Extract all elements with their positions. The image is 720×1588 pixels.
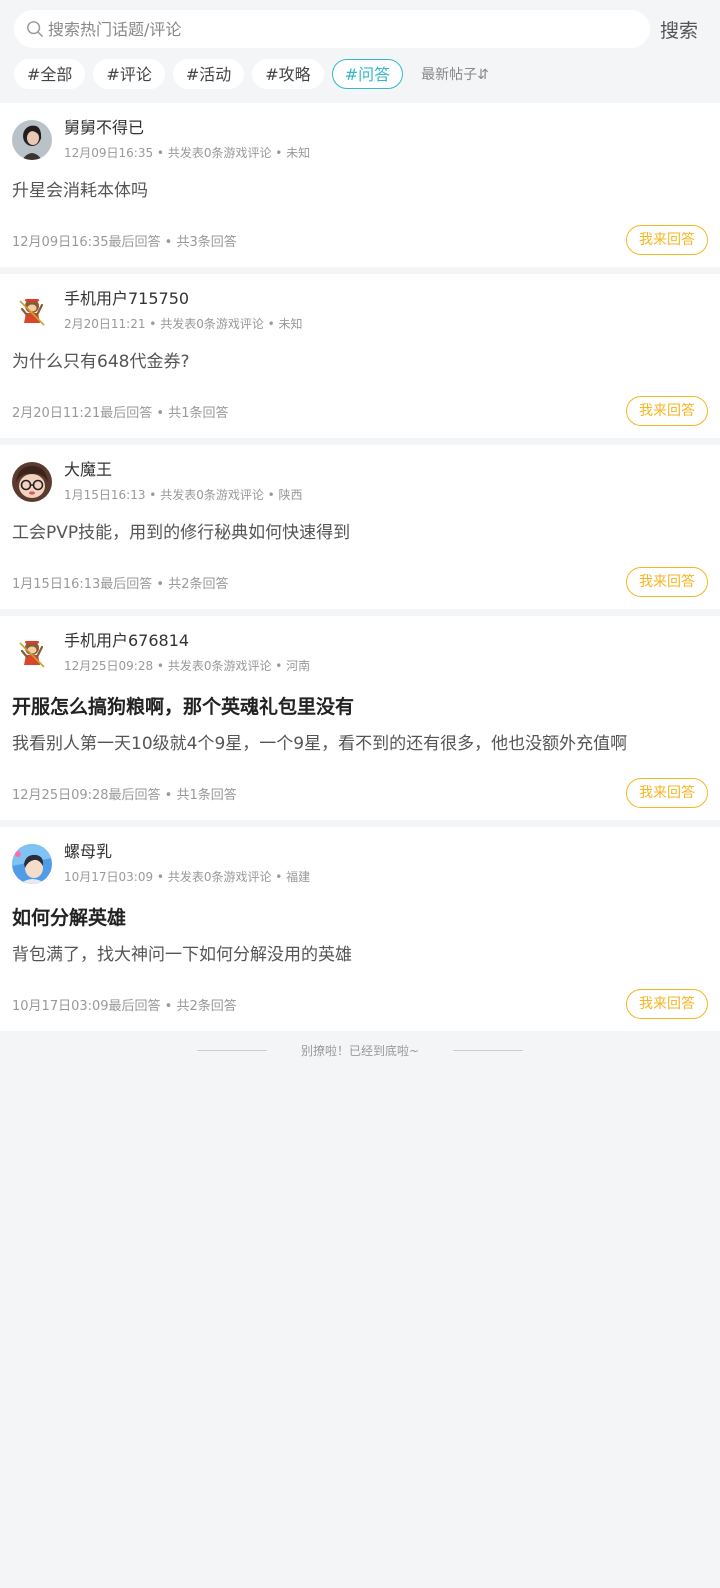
header: 搜索 #全部 #评论 #活动 #攻略 #问答 最新帖子⇵ — [0, 0, 720, 103]
search-box[interactable] — [14, 10, 650, 48]
answer-button[interactable]: 我来回答 — [626, 989, 708, 1019]
answer-button[interactable]: 我来回答 — [626, 567, 708, 597]
username[interactable]: 舅舅不得已 — [64, 117, 310, 139]
reply-summary: 2月20日11:21最后回答 • 共1条回答 — [12, 405, 229, 421]
divider — [196, 1049, 267, 1051]
post-card[interactable]: 手机用户676814 12月25日09:28 • 共发表0条游戏评论 • 河南 … — [0, 616, 720, 820]
filter-tabs: #全部 #评论 #活动 #攻略 #问答 最新帖子⇵ — [14, 58, 706, 90]
post-meta: 12月09日16:35 • 共发表0条游戏评论 • 未知 — [64, 146, 311, 160]
post-meta: 1月15日16:13 • 共发表0条游戏评论 • 陕西 — [64, 488, 303, 502]
post-header: 舅舅不得已 12月09日16:35 • 共发表0条游戏评论 • 未知 — [12, 117, 708, 165]
username[interactable]: 螺母乳 — [64, 841, 310, 863]
post-body: 工会PVP技能，用到的修行秘典如何快速得到 — [12, 523, 351, 543]
post-footer: 1月15日16:13最后回答 • 共2条回答 我来回答 — [12, 567, 708, 597]
reply-summary: 10月17日03:09最后回答 • 共2条回答 — [12, 998, 237, 1014]
post-card[interactable]: 大魔王 1月15日16:13 • 共发表0条游戏评论 • 陕西 工会PVP技能，… — [0, 445, 720, 609]
post-body: 背包满了，找大神问一下如何分解没用的英雄 — [12, 945, 352, 965]
tab-qa[interactable]: #问答 — [331, 59, 404, 89]
post-card[interactable]: 舅舅不得已 12月09日16:35 • 共发表0条游戏评论 • 未知 升星会消耗… — [0, 103, 720, 267]
tab-events[interactable]: #活动 — [172, 59, 245, 89]
user-info: 大魔王 1月15日16:13 • 共发表0条游戏评论 • 陕西 — [64, 459, 303, 503]
post-body: 我看别人第一天10级就4个9星，一个9星，看不到的还有很多，他也没额外充值啊 — [12, 734, 628, 754]
post-title[interactable]: 开服怎么搞狗粮啊，那个英魂礼包里没有 — [12, 694, 708, 720]
answer-button[interactable]: 我来回答 — [626, 225, 708, 255]
search-icon — [27, 21, 43, 37]
search-row: 搜索 — [14, 10, 706, 48]
post-header: 大魔王 1月15日16:13 • 共发表0条游戏评论 • 陕西 — [12, 459, 708, 507]
user-info: 螺母乳 10月17日03:09 • 共发表0条游戏评论 • 福建 — [64, 841, 310, 885]
post-body: 为什么只有648代金券? — [12, 352, 190, 372]
reply-summary: 1月15日16:13最后回答 • 共2条回答 — [12, 576, 229, 592]
answer-button[interactable]: 我来回答 — [626, 396, 708, 426]
post-title[interactable]: 如何分解英雄 — [12, 905, 708, 931]
post-feed: 舅舅不得已 12月09日16:35 • 共发表0条游戏评论 • 未知 升星会消耗… — [0, 103, 720, 1031]
cartoon-face-avatar-icon — [12, 462, 52, 502]
user-info: 手机用户676814 12月25日09:28 • 共发表0条游戏评论 • 河南 — [64, 630, 310, 674]
post-header: 螺母乳 10月17日03:09 • 共发表0条游戏评论 • 福建 — [12, 841, 708, 889]
post-footer: 2月20日11:21最后回答 • 共1条回答 我来回答 — [12, 396, 708, 426]
avatar[interactable] — [12, 462, 52, 502]
answer-button[interactable]: 我来回答 — [626, 778, 708, 808]
post-footer: 12月25日09:28最后回答 • 共1条回答 我来回答 — [12, 778, 708, 808]
post-header: 手机用户676814 12月25日09:28 • 共发表0条游戏评论 • 河南 — [12, 630, 708, 678]
avatar[interactable] — [12, 633, 52, 673]
avatar[interactable] — [12, 844, 52, 884]
username[interactable]: 大魔王 — [64, 459, 303, 481]
post-body: 升星会消耗本体吗 — [12, 181, 148, 201]
reply-summary: 12月25日09:28最后回答 • 共1条回答 — [12, 787, 237, 803]
user-info: 手机用户715750 2月20日11:21 • 共发表0条游戏评论 • 未知 — [64, 288, 303, 332]
post-footer: 12月09日16:35最后回答 • 共3条回答 我来回答 — [12, 225, 708, 255]
reply-summary: 12月09日16:35最后回答 • 共3条回答 — [12, 234, 237, 250]
tab-guides[interactable]: #攻略 — [252, 59, 324, 89]
search-input[interactable] — [48, 19, 608, 39]
tab-all[interactable]: #全部 — [14, 59, 86, 89]
post-footer: 10月17日03:09最后回答 • 共2条回答 我来回答 — [12, 989, 708, 1019]
monkey-avatar-icon — [12, 291, 52, 331]
search-button[interactable]: 搜索 — [660, 16, 698, 43]
post-meta: 12月25日09:28 • 共发表0条游戏评论 • 河南 — [64, 659, 311, 673]
blue-anime-avatar-icon — [12, 844, 52, 884]
end-of-list-text: 别撩啦！已经到底啦~ — [300, 1043, 420, 1058]
post-meta: 2月20日11:21 • 共发表0条游戏评论 • 未知 — [64, 317, 303, 331]
post-meta: 10月17日03:09 • 共发表0条游戏评论 • 福建 — [64, 870, 311, 884]
sort-toggle[interactable]: 最新帖子⇵ — [421, 64, 489, 84]
post-header: 手机用户715750 2月20日11:21 • 共发表0条游戏评论 • 未知 — [12, 288, 708, 336]
post-card[interactable]: 手机用户715750 2月20日11:21 • 共发表0条游戏评论 • 未知 为… — [0, 274, 720, 438]
user-info: 舅舅不得已 12月09日16:35 • 共发表0条游戏评论 • 未知 — [64, 117, 310, 161]
post-card[interactable]: 螺母乳 10月17日03:09 • 共发表0条游戏评论 • 福建 如何分解英雄 … — [0, 827, 720, 1031]
end-of-list: 别撩啦！已经到底啦~ — [0, 1031, 720, 1069]
username[interactable]: 手机用户676814 — [64, 630, 310, 652]
photo-avatar-icon — [12, 120, 52, 160]
username[interactable]: 手机用户715750 — [64, 288, 303, 310]
monkey-avatar-icon — [12, 633, 52, 673]
avatar[interactable] — [12, 291, 52, 331]
divider — [453, 1049, 524, 1051]
tab-reviews[interactable]: #评论 — [93, 59, 165, 89]
avatar[interactable] — [12, 120, 52, 160]
